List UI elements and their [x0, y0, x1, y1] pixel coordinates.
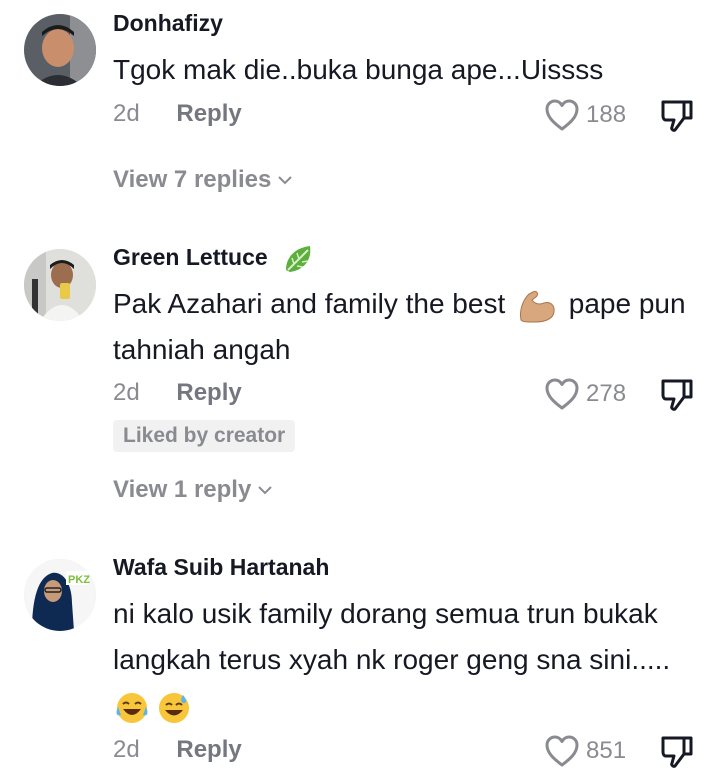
comment-text: Tgok mak die..buka bunga ape...Uissss	[113, 54, 604, 85]
view-replies-label: View 7 replies	[113, 166, 272, 193]
liked-by-creator-badge: Liked by creator	[113, 420, 296, 452]
comment-text-body: ni kalo usik family dorang semua trun bu…	[113, 598, 671, 675]
comment-text: Pak Azahari and family the best pape pun…	[113, 281, 693, 373]
grinning-sweat-emoji	[159, 692, 189, 723]
chevron-down-icon	[258, 486, 273, 495]
like-button[interactable]: 851	[544, 734, 626, 768]
tears-of-joy-emoji	[116, 692, 148, 723]
comment-text: ni kalo usik family dorang semua trun bu…	[113, 591, 693, 729]
dislike-button[interactable]	[660, 98, 694, 139]
comment-meta: 2d Reply	[113, 100, 242, 128]
comment-meta: 2d Reply	[113, 379, 242, 407]
reply-button[interactable]: Reply	[176, 736, 241, 763]
flexed-biceps-emoji	[520, 290, 555, 323]
like-count: 278	[586, 380, 627, 407]
view-replies-button[interactable]: View 1 reply	[113, 476, 273, 504]
heart-outline-icon	[545, 99, 579, 131]
comment-text-part1: Pak Azahari and family the best	[113, 288, 506, 319]
heart-outline-icon	[545, 378, 579, 410]
view-replies-label: View 1 reply	[113, 476, 252, 503]
username-text: Green Lettuce	[113, 244, 268, 271]
comment-time: 2d	[113, 379, 140, 406]
thumbs-down-icon	[661, 100, 693, 132]
comment-username[interactable]: Donhafizy	[113, 10, 223, 37]
chevron-down-icon	[278, 176, 293, 185]
view-replies-button[interactable]: View 7 replies	[113, 166, 293, 194]
reply-button[interactable]: Reply	[176, 379, 241, 406]
avatar[interactable]	[24, 14, 96, 86]
like-button[interactable]: 278	[544, 377, 626, 411]
leafy-green-emoji	[286, 246, 311, 272]
like-button[interactable]: 188	[544, 98, 626, 132]
thumbs-down-icon	[661, 736, 693, 768]
heart-outline-icon	[545, 735, 579, 767]
dislike-button[interactable]	[660, 377, 694, 418]
avatar[interactable]: PKZ	[24, 559, 96, 631]
comment-username[interactable]: Wafa Suib Hartanah	[113, 554, 329, 581]
comment-time: 2d	[113, 100, 140, 127]
reply-button[interactable]: Reply	[176, 100, 241, 127]
thumbs-down-icon	[661, 379, 693, 411]
comment-time: 2d	[113, 736, 140, 763]
like-count: 188	[586, 101, 627, 128]
dislike-button[interactable]	[660, 734, 694, 775]
avatar[interactable]	[24, 249, 96, 321]
comment-meta: 2d Reply	[113, 736, 242, 764]
comment-username[interactable]: Green Lettuce	[113, 244, 316, 274]
like-count: 851	[586, 737, 627, 764]
svg-text:PKZ: PKZ	[68, 574, 90, 586]
